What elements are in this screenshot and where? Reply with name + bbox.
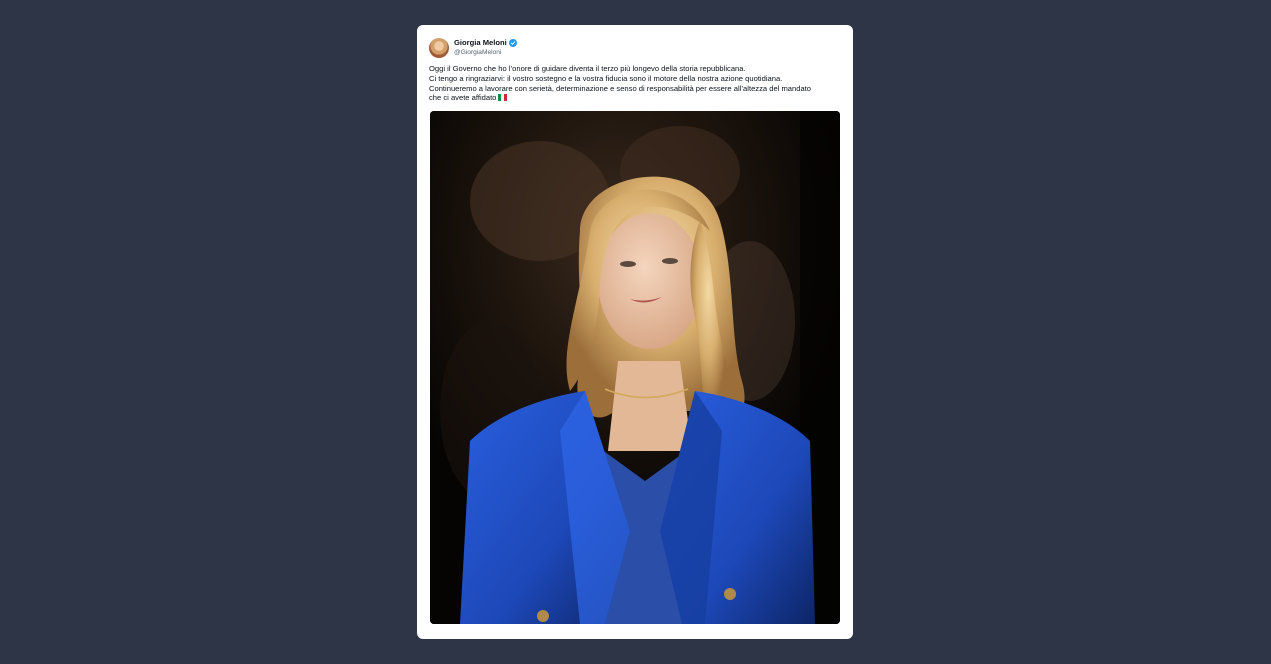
tweet-header: Giorgia Meloni @GiorgiaMeloni: [429, 37, 517, 59]
tweet-text-line: Ci tengo a ringraziarvi: il vostro soste…: [429, 73, 783, 83]
portrait-photo: [430, 111, 840, 624]
profile-avatar[interactable]: [429, 38, 449, 58]
italy-flag-icon: [498, 94, 508, 102]
author-names: Giorgia Meloni @GiorgiaMeloni: [454, 38, 517, 58]
tweet-photo[interactable]: [430, 111, 840, 624]
tweet-text-line: Continueremo a lavorare con serietà, det…: [429, 83, 812, 93]
tweet-text: Oggi il Governo che ho l’onore di guidar…: [429, 64, 841, 103]
author-handle[interactable]: @GiorgiaMeloni: [454, 48, 517, 58]
tweet-text-line-last: che ci avete affidato: [429, 93, 841, 103]
tweet-card[interactable]: Giorgia Meloni @GiorgiaMeloni Oggi il Go…: [417, 25, 853, 639]
verified-badge-icon: [508, 39, 517, 47]
tweet-text-line: che ci avete affidato: [429, 93, 497, 103]
tweet-text-line: Oggi il Governo che ho l’onore di guidar…: [429, 64, 746, 73]
author-display-name[interactable]: Giorgia Meloni: [454, 38, 507, 48]
